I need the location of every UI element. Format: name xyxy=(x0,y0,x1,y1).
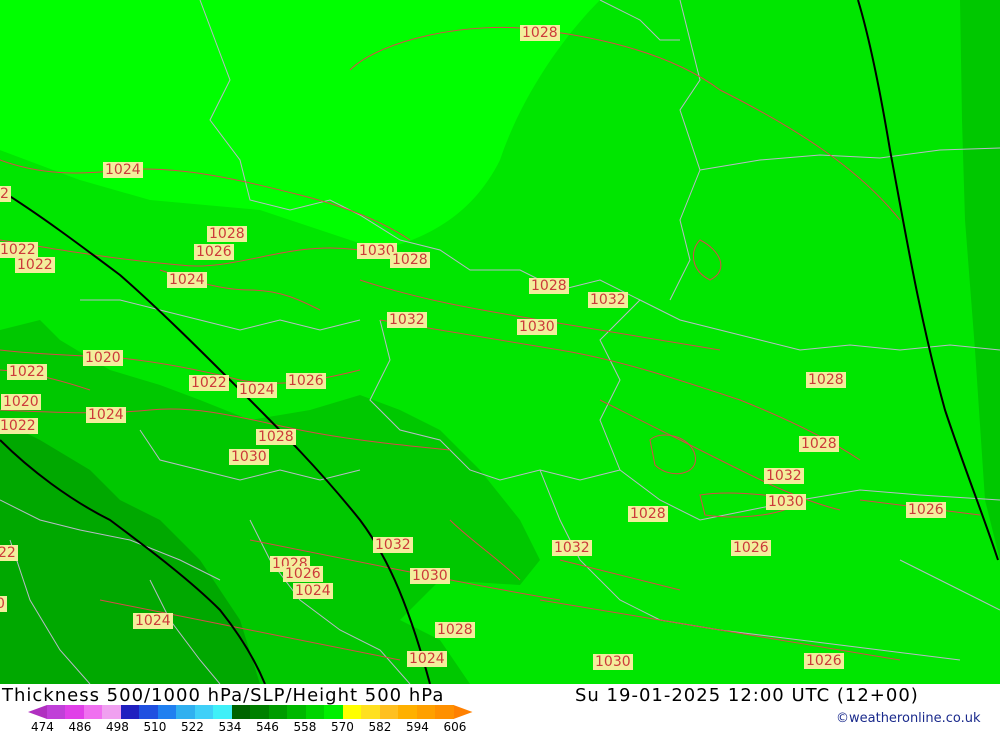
colorbar-segment xyxy=(194,705,214,719)
isobar-label: 1024 xyxy=(293,583,333,599)
colorbar-segment xyxy=(453,705,473,719)
colorbar-segment xyxy=(231,705,251,719)
isobar-label: 1028 xyxy=(799,436,839,452)
colorbar-segment xyxy=(65,705,84,719)
colorbar-tick-label: 558 xyxy=(293,720,317,734)
isobar-label: 1022 xyxy=(189,375,229,391)
colorbar-segment xyxy=(287,705,306,719)
isobar-label: 22 xyxy=(0,545,18,561)
colorbar-segment xyxy=(268,705,288,719)
colorbar-tick-label: 546 xyxy=(256,720,279,734)
isobar-label: 1028 xyxy=(435,622,475,638)
isobar-label: 1032 xyxy=(764,468,804,484)
isobar-label: 1032 xyxy=(373,537,413,553)
colorbar-segment xyxy=(120,705,140,719)
colorbar-tick-label: 570 xyxy=(331,720,354,734)
isobar-label: 1022 xyxy=(7,364,47,380)
isobar-label: 1024 xyxy=(86,407,126,423)
map-fields xyxy=(0,0,1000,684)
colorbar-segment xyxy=(324,705,343,719)
isobar-label: 1030 xyxy=(517,319,557,335)
isobar-label: 1030 xyxy=(229,449,269,465)
colorbar-segment xyxy=(213,705,232,719)
colorbar-tick-label: 474 xyxy=(31,720,54,734)
isobar-label: 1030 xyxy=(410,568,450,584)
colorbar-segment xyxy=(250,705,269,719)
colorbar-segment xyxy=(176,705,195,719)
isobar-label: 1028 xyxy=(520,25,560,41)
isobar-label: 1026 xyxy=(286,373,326,389)
valid-datetime: Su 19-01-2025 12:00 UTC (12+00) xyxy=(575,685,919,706)
isobar-label: 1028 xyxy=(806,372,846,388)
colorbar-tick-label: 522 xyxy=(181,720,204,734)
isobar-label: 1026 xyxy=(906,502,946,518)
isobar-label: 1026 xyxy=(283,566,323,582)
isobar-label: 1028 xyxy=(628,506,668,522)
isobar-label: 1028 xyxy=(256,429,296,445)
isobar-label: 1032 xyxy=(588,292,628,308)
isobar-label: 1022 xyxy=(15,257,55,273)
colorbar-segment xyxy=(28,705,47,719)
colorbar-tick-label: 486 xyxy=(68,720,92,734)
isobar-label: 1030 xyxy=(766,494,806,510)
isobar-label: 1020 xyxy=(1,394,41,410)
colorbar-segment xyxy=(157,705,177,719)
colorbar-segment xyxy=(83,705,103,719)
isobar-label: 1024 xyxy=(237,382,277,398)
isobar-label: 1024 xyxy=(133,613,173,629)
isobar-label: 1022 xyxy=(0,242,38,258)
colorbar-segment xyxy=(379,705,399,719)
isobar-label: 1022 xyxy=(0,418,38,434)
colorbar-tick-label: 534 xyxy=(218,720,242,734)
colorbar-segment xyxy=(305,705,325,719)
colorbar-tick-label: 582 xyxy=(368,720,392,734)
colorbar-segment xyxy=(46,705,66,719)
isobar-label: 2 xyxy=(0,186,11,202)
isobar-label: 1032 xyxy=(552,540,592,556)
colorbar-segment xyxy=(342,705,362,719)
isobar-label: 1028 xyxy=(207,226,247,242)
colorbar-tick-label: 510 xyxy=(143,720,167,734)
isobar-label: 1026 xyxy=(804,653,844,669)
colorbar-tick-label: 594 xyxy=(406,720,429,734)
weather-map: 1028 1024 2 1022 1022 1028 1026 1030 102… xyxy=(0,0,1000,684)
colorbar-segment xyxy=(361,705,380,719)
isobar-label: 1024 xyxy=(103,162,143,178)
map-title: Thickness 500/1000 hPa/SLP/Height 500 hP… xyxy=(2,685,445,706)
isobar-label: 1020 xyxy=(83,350,123,366)
colorbar-segment xyxy=(435,705,454,719)
colorbar-segment xyxy=(102,705,121,719)
isobar-label: 1024 xyxy=(167,272,207,288)
thickness-colorbar xyxy=(28,705,475,719)
colorbar-tick-label: 498 xyxy=(106,720,129,734)
isobar-label: 1024 xyxy=(407,651,447,667)
colorbar-tick-label: 606 xyxy=(443,720,467,734)
colorbar-segment xyxy=(398,705,417,719)
colorbar-segment xyxy=(139,705,158,719)
map-footer: Thickness 500/1000 hPa/SLP/Height 500 hP… xyxy=(0,684,1000,734)
isobar-label: 0 xyxy=(0,596,7,612)
isobar-label: 1026 xyxy=(194,244,234,260)
colorbar-segment xyxy=(416,705,436,719)
credit-link[interactable]: ©weatheronline.co.uk xyxy=(836,711,981,726)
isobar-label: 1030 xyxy=(593,654,633,670)
isobar-label: 1028 xyxy=(390,252,430,268)
isobar-label: 1032 xyxy=(387,312,427,328)
isobar-label: 1028 xyxy=(529,278,569,294)
isobar-label: 1026 xyxy=(731,540,771,556)
